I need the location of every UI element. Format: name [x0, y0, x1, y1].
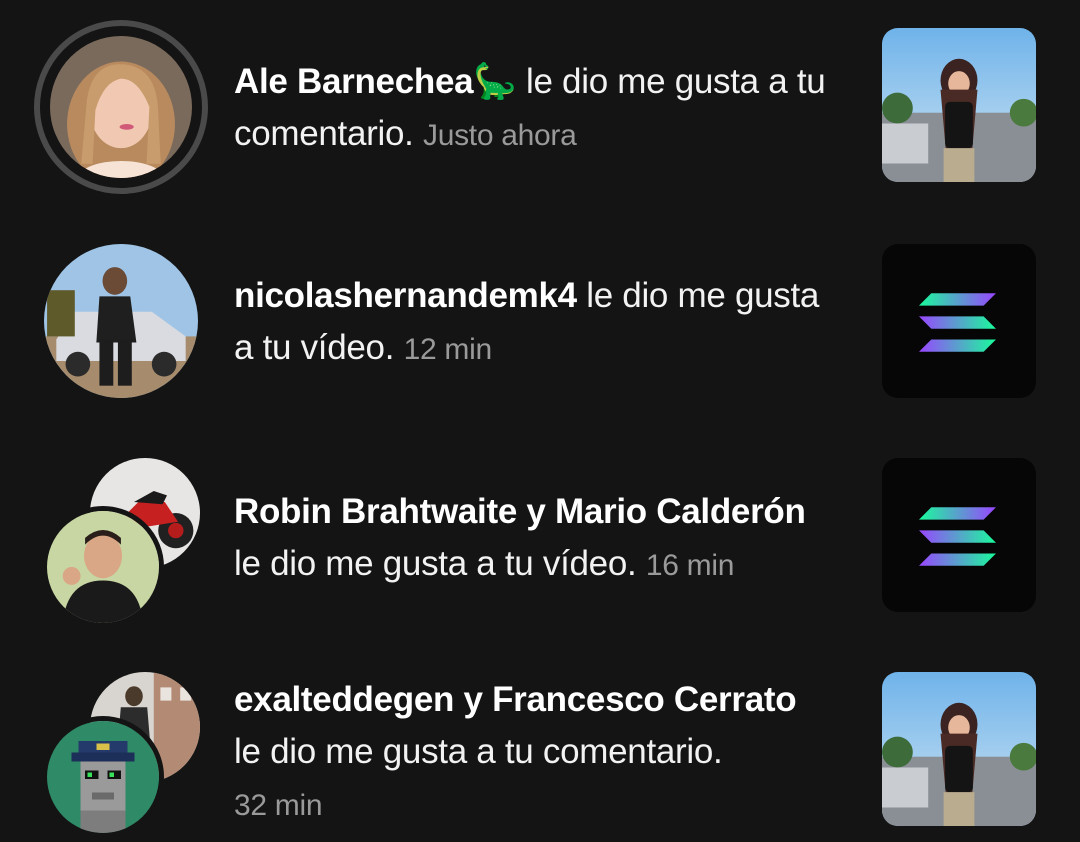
- avatar[interactable]: [34, 20, 208, 194]
- notification-text: exalteddegen y Francesco Cerrato le dio …: [234, 674, 844, 832]
- timestamp: 12 min: [403, 333, 493, 366]
- action-text: le dio me gusta a tu vídeo.: [234, 544, 637, 583]
- notification-row[interactable]: Robin Brahtwaite y Mario Calderón le dio…: [0, 428, 1080, 642]
- notifications-list: Ale Barnechea🦕 le dio me gusta a tu come…: [0, 0, 1080, 842]
- timestamp: 32 min: [234, 789, 323, 822]
- username[interactable]: Ale Barnechea: [234, 62, 474, 101]
- username[interactable]: exalteddegen y Francesco Cerrato: [234, 680, 797, 719]
- username[interactable]: Robin Brahtwaite y Mario Calderón: [234, 492, 806, 531]
- profile-photo-man-car-icon: [44, 244, 198, 398]
- notification-text: Ale Barnechea🦕 le dio me gusta a tu come…: [234, 56, 844, 162]
- notification-row[interactable]: Ale Barnechea🦕 le dio me gusta a tu come…: [0, 0, 1080, 214]
- video-thumbnail-girl-photo-icon[interactable]: [882, 672, 1036, 826]
- username[interactable]: nicolashernandemk4: [234, 276, 577, 315]
- action-text: le dio me gusta a tu comentario.: [234, 732, 723, 771]
- profile-photo-young-man-icon: [42, 506, 164, 628]
- avatar[interactable]: [34, 244, 208, 418]
- profile-photo-woman-icon: [50, 36, 192, 178]
- avatar-stack[interactable]: [34, 670, 208, 842]
- notification-row[interactable]: exalteddegen y Francesco Cerrato le dio …: [0, 642, 1080, 842]
- avatar-stack[interactable]: [34, 456, 208, 630]
- notification-row[interactable]: nicolashernandemk4 le dio me gusta a tu …: [0, 214, 1080, 428]
- video-thumbnail-girl-photo-icon[interactable]: [882, 28, 1036, 182]
- dinosaur-emoji-icon: 🦕: [473, 62, 517, 101]
- timestamp: 16 min: [645, 549, 735, 582]
- notification-text: nicolashernandemk4 le dio me gusta a tu …: [234, 270, 844, 376]
- solana-logo-icon[interactable]: [882, 244, 1036, 398]
- notification-text: Robin Brahtwaite y Mario Calderón le dio…: [234, 486, 844, 592]
- pixel-punk-nft-icon: [42, 716, 164, 838]
- solana-logo-icon[interactable]: [882, 458, 1036, 612]
- timestamp: Justo ahora: [423, 119, 577, 152]
